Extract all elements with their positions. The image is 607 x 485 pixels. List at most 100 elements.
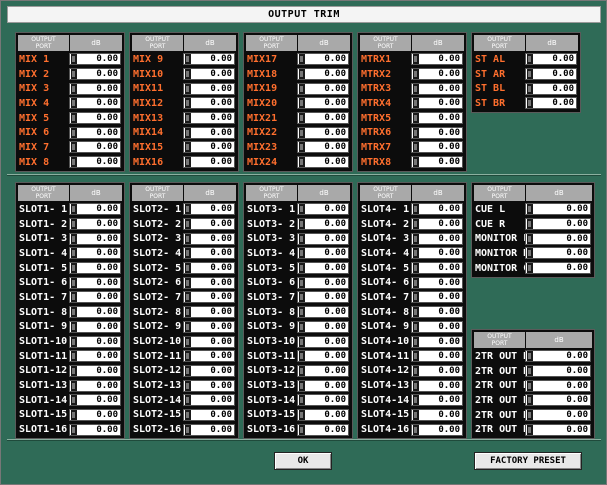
- trim-knob-field[interactable]: 0.00: [411, 306, 463, 319]
- trim-knob-field[interactable]: 0.00: [69, 232, 121, 245]
- trim-knob-field[interactable]: 0.00: [525, 53, 577, 66]
- trim-knob-field[interactable]: 0.00: [69, 335, 121, 348]
- trim-knob-field[interactable]: 0.00: [69, 247, 121, 260]
- trim-knob-field[interactable]: 0.00: [297, 156, 349, 169]
- trim-knob-field[interactable]: 0.00: [183, 53, 235, 66]
- trim-knob-field[interactable]: 0.00: [297, 306, 349, 319]
- trim-knob-field[interactable]: 0.00: [297, 82, 349, 95]
- trim-knob-field[interactable]: 0.00: [69, 203, 121, 216]
- trim-knob-field[interactable]: 0.00: [411, 364, 463, 377]
- trim-knob-field[interactable]: 0.00: [183, 379, 235, 392]
- trim-knob-field[interactable]: 0.00: [183, 320, 235, 333]
- trim-knob-field[interactable]: 0.00: [525, 82, 577, 95]
- trim-knob-field[interactable]: 0.00: [183, 218, 235, 231]
- trim-knob-field[interactable]: 0.00: [69, 276, 121, 289]
- trim-knob-field[interactable]: 0.00: [69, 262, 121, 275]
- trim-knob-field[interactable]: 0.00: [411, 394, 463, 407]
- trim-knob-field[interactable]: 0.00: [183, 394, 235, 407]
- trim-knob-field[interactable]: 0.00: [411, 262, 463, 275]
- trim-knob-field[interactable]: 0.00: [69, 156, 121, 169]
- factory-preset-button[interactable]: FACTORY PRESET: [474, 452, 582, 470]
- trim-knob-field[interactable]: 0.00: [183, 126, 235, 139]
- trim-knob-field[interactable]: 0.00: [297, 262, 349, 275]
- trim-knob-field[interactable]: 0.00: [411, 53, 463, 66]
- trim-knob-field[interactable]: 0.00: [525, 394, 591, 407]
- trim-knob-field[interactable]: 0.00: [297, 126, 349, 139]
- trim-knob-field[interactable]: 0.00: [69, 68, 121, 81]
- trim-knob-field[interactable]: 0.00: [525, 365, 591, 378]
- trim-knob-field[interactable]: 0.00: [411, 291, 463, 304]
- trim-knob-field[interactable]: 0.00: [297, 112, 349, 125]
- ok-button[interactable]: OK: [274, 452, 332, 470]
- trim-knob-field[interactable]: 0.00: [411, 276, 463, 289]
- trim-knob-field[interactable]: 0.00: [183, 82, 235, 95]
- trim-knob-field[interactable]: 0.00: [183, 408, 235, 421]
- trim-knob-field[interactable]: 0.00: [183, 68, 235, 81]
- trim-knob-field[interactable]: 0.00: [69, 112, 121, 125]
- trim-knob-field[interactable]: 0.00: [297, 203, 349, 216]
- trim-knob-field[interactable]: 0.00: [525, 262, 591, 275]
- trim-knob-field[interactable]: 0.00: [183, 141, 235, 154]
- trim-knob-field[interactable]: 0.00: [183, 232, 235, 245]
- trim-knob-field[interactable]: 0.00: [297, 423, 349, 436]
- trim-knob-field[interactable]: 0.00: [411, 423, 463, 436]
- trim-knob-field[interactable]: 0.00: [297, 247, 349, 260]
- trim-knob-field[interactable]: 0.00: [69, 97, 121, 110]
- trim-knob-field[interactable]: 0.00: [411, 141, 463, 154]
- trim-knob-field[interactable]: 0.00: [411, 97, 463, 110]
- trim-knob-field[interactable]: 0.00: [411, 112, 463, 125]
- trim-knob-field[interactable]: 0.00: [69, 408, 121, 421]
- trim-knob-field[interactable]: 0.00: [69, 394, 121, 407]
- trim-knob-field[interactable]: 0.00: [297, 291, 349, 304]
- trim-knob-field[interactable]: 0.00: [297, 68, 349, 81]
- trim-knob-field[interactable]: 0.00: [183, 423, 235, 436]
- trim-knob-field[interactable]: 0.00: [183, 350, 235, 363]
- trim-knob-field[interactable]: 0.00: [69, 320, 121, 333]
- trim-knob-field[interactable]: 0.00: [525, 379, 591, 392]
- trim-knob-field[interactable]: 0.00: [525, 409, 591, 422]
- trim-knob-field[interactable]: 0.00: [297, 394, 349, 407]
- trim-knob-field[interactable]: 0.00: [183, 262, 235, 275]
- trim-knob-field[interactable]: 0.00: [297, 364, 349, 377]
- trim-knob-field[interactable]: 0.00: [69, 379, 121, 392]
- trim-knob-field[interactable]: 0.00: [525, 423, 591, 436]
- trim-knob-field[interactable]: 0.00: [69, 126, 121, 139]
- trim-knob-field[interactable]: 0.00: [525, 350, 591, 363]
- trim-knob-field[interactable]: 0.00: [525, 97, 577, 110]
- trim-knob-field[interactable]: 0.00: [297, 232, 349, 245]
- trim-knob-field[interactable]: 0.00: [183, 156, 235, 169]
- trim-knob-field[interactable]: 0.00: [69, 350, 121, 363]
- trim-knob-field[interactable]: 0.00: [183, 247, 235, 260]
- trim-knob-field[interactable]: 0.00: [183, 335, 235, 348]
- trim-knob-field[interactable]: 0.00: [297, 218, 349, 231]
- trim-knob-field[interactable]: 0.00: [411, 126, 463, 139]
- trim-knob-field[interactable]: 0.00: [411, 320, 463, 333]
- trim-knob-field[interactable]: 0.00: [411, 156, 463, 169]
- trim-knob-field[interactable]: 0.00: [411, 379, 463, 392]
- trim-knob-field[interactable]: 0.00: [183, 291, 235, 304]
- trim-knob-field[interactable]: 0.00: [297, 320, 349, 333]
- trim-knob-field[interactable]: 0.00: [69, 423, 121, 436]
- trim-knob-field[interactable]: 0.00: [69, 364, 121, 377]
- trim-knob-field[interactable]: 0.00: [525, 247, 591, 260]
- trim-knob-field[interactable]: 0.00: [297, 53, 349, 66]
- trim-knob-field[interactable]: 0.00: [411, 232, 463, 245]
- trim-knob-field[interactable]: 0.00: [297, 97, 349, 110]
- trim-knob-field[interactable]: 0.00: [69, 291, 121, 304]
- trim-knob-field[interactable]: 0.00: [297, 276, 349, 289]
- trim-knob-field[interactable]: 0.00: [297, 350, 349, 363]
- trim-knob-field[interactable]: 0.00: [69, 218, 121, 231]
- trim-knob-field[interactable]: 0.00: [411, 218, 463, 231]
- trim-knob-field[interactable]: 0.00: [297, 141, 349, 154]
- trim-knob-field[interactable]: 0.00: [69, 141, 121, 154]
- trim-knob-field[interactable]: 0.00: [183, 306, 235, 319]
- trim-knob-field[interactable]: 0.00: [525, 232, 591, 245]
- trim-knob-field[interactable]: 0.00: [183, 203, 235, 216]
- trim-knob-field[interactable]: 0.00: [183, 276, 235, 289]
- trim-knob-field[interactable]: 0.00: [525, 203, 591, 216]
- trim-knob-field[interactable]: 0.00: [297, 408, 349, 421]
- trim-knob-field[interactable]: 0.00: [411, 408, 463, 421]
- trim-knob-field[interactable]: 0.00: [69, 82, 121, 95]
- trim-knob-field[interactable]: 0.00: [411, 247, 463, 260]
- trim-knob-field[interactable]: 0.00: [69, 306, 121, 319]
